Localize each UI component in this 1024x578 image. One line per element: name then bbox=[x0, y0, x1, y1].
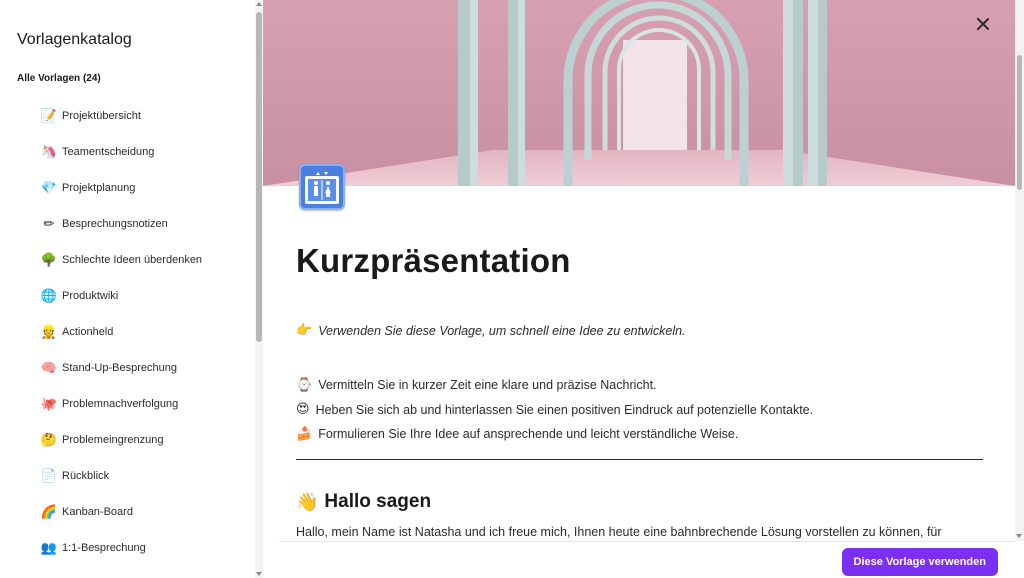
sidebar-title: Vorlagenkatalog bbox=[17, 31, 132, 48]
memo-icon: 📝 bbox=[40, 108, 58, 124]
list-item-text: Heben Sie sich ab und hinterlassen Sie e… bbox=[315, 402, 814, 417]
section-heading: 👋 Hallo sagen bbox=[296, 491, 431, 513]
octopus-icon: 🐙 bbox=[40, 396, 58, 412]
sidebar-item-label: Produktwiki bbox=[62, 290, 119, 302]
sidebar-item-template[interactable]: 👥 1:1-Besprechung bbox=[0, 530, 255, 566]
document-icon: 📄 bbox=[40, 468, 58, 484]
section-heading-text: Hallo sagen bbox=[324, 491, 432, 512]
sidebar-item-label: Problemnachverfolgung bbox=[62, 398, 179, 410]
sidebar-item-template[interactable]: 🌈 Kanban-Board bbox=[0, 494, 255, 530]
brain-icon: 🧠 bbox=[40, 360, 58, 376]
unicorn-icon: 🦄 bbox=[40, 144, 58, 160]
sidebar-item-label: Projektplanung bbox=[62, 182, 136, 194]
intro-text: Verwenden Sie diese Vorlage, um schnell … bbox=[318, 323, 686, 338]
sidebar-item-label: Schlechte Ideen überdenken bbox=[62, 254, 203, 266]
list-item-text: Formulieren Sie Ihre Idee auf ansprechen… bbox=[318, 427, 739, 442]
sidebar-item-template[interactable]: 🤔 Problemeingrenzung bbox=[0, 422, 255, 458]
intro-line: 👉 Verwenden Sie diese Vorlage, um schnel… bbox=[296, 323, 686, 338]
divider bbox=[296, 459, 983, 460]
sidebar-item-template[interactable]: 🦄 Teamentscheidung bbox=[0, 134, 255, 170]
template-sidebar: Vorlagenkatalog Alle Vorlagen (24) 📝 Proj… bbox=[0, 0, 255, 578]
sidebar-item-label: Rückblick bbox=[62, 470, 110, 482]
waving-hand-icon: 👋 bbox=[296, 491, 319, 513]
sidebar-item-template[interactable]: 🌳 Schlechte Ideen überdenken bbox=[0, 242, 255, 278]
list-item: ⌚ Vermitteln Sie in kurzer Zeit eine kla… bbox=[296, 373, 813, 398]
sidebar-item-template[interactable]: ✏ Besprechungsnotizen bbox=[0, 206, 255, 242]
pencil-icon: ✏ bbox=[43, 216, 55, 232]
scroll-up-icon[interactable] bbox=[256, 2, 262, 6]
arches-cover-illustration bbox=[263, 0, 1015, 186]
sidebar-item-template[interactable]: 📄 Rückblick bbox=[0, 458, 255, 494]
preview-scrollbar[interactable] bbox=[1015, 0, 1024, 541]
body-paragraph: Hallo, mein Name ist Natasha und ich fre… bbox=[296, 525, 942, 539]
person-pair-icon: 👥 bbox=[40, 540, 58, 556]
sidebar-item-template[interactable]: 🌐 Produktwiki bbox=[0, 278, 255, 314]
list-item: 🍰 Formulieren Sie Ihre Idee auf ansprech… bbox=[296, 422, 813, 447]
sidebar-scrollbar-thumb[interactable] bbox=[256, 12, 262, 342]
preview-scrollbar-thumb[interactable] bbox=[1017, 55, 1022, 190]
sidebar-item-template[interactable]: 💎 Projektplanung bbox=[0, 170, 255, 206]
sidebar-item-template[interactable]: 🧠 Stand-Up-Besprechung bbox=[0, 350, 255, 386]
benefit-list: ⌚ Vermitteln Sie in kurzer Zeit eine kla… bbox=[296, 373, 813, 447]
template-list: 📝 Projektübersicht 🦄 Teamentscheidung 💎 Proje… bbox=[0, 98, 255, 566]
sidebar-item-label: Teamentscheidung bbox=[62, 146, 155, 158]
sidebar-item-label: Stand-Up-Besprechung bbox=[62, 362, 177, 374]
close-icon[interactable] bbox=[973, 14, 993, 34]
elevator-sign-icon bbox=[299, 164, 345, 210]
list-item-text: Vermitteln Sie in kurzer Zeit eine klare… bbox=[318, 378, 657, 393]
watch-icon: ⌚ bbox=[296, 377, 313, 393]
sidebar-section-all-templates[interactable]: Alle Vorlagen (24) bbox=[17, 73, 101, 84]
cake-icon: 🍰 bbox=[296, 426, 313, 442]
thinking-face-icon: 🤔 bbox=[40, 432, 58, 448]
rainbow-icon: 🌈 bbox=[40, 504, 58, 520]
pointing-hand-icon: 👉 bbox=[296, 323, 313, 338]
use-template-button[interactable]: Diese Vorlage verwenden bbox=[841, 548, 998, 576]
sidebar-item-label: Actionheld bbox=[62, 326, 114, 338]
template-preview: Kurzpräsentation 👉 Verwenden Sie diese V… bbox=[263, 0, 1024, 578]
page-title: Kurzpräsentation bbox=[296, 242, 571, 279]
sidebar-scrollbar[interactable] bbox=[255, 0, 263, 578]
sidebar-item-label: Projektübersicht bbox=[62, 110, 141, 122]
sidebar-item-template[interactable]: 📝 Projektübersicht bbox=[0, 98, 255, 134]
sidebar-item-template[interactable]: 🐙 Problemnachverfolgung bbox=[0, 386, 255, 422]
person-icon: 👷 bbox=[40, 324, 58, 340]
star-eyes-icon: 😍 bbox=[296, 402, 310, 418]
globe-icon: 🌐 bbox=[40, 288, 58, 304]
scroll-down-icon[interactable] bbox=[256, 572, 262, 576]
action-bar: Diese Vorlage verwenden bbox=[279, 541, 1015, 578]
sidebar-item-label: Besprechungsnotizen bbox=[62, 218, 168, 230]
gem-icon: 💎 bbox=[40, 180, 58, 196]
sidebar-item-template[interactable]: 👷 Actionheld bbox=[0, 314, 255, 350]
sidebar-item-label: Problemeingrenzung bbox=[62, 434, 164, 446]
sidebar-item-label: 1:1-Besprechung bbox=[62, 542, 146, 554]
scroll-down-icon[interactable] bbox=[1016, 534, 1022, 538]
tree-icon: 🌳 bbox=[40, 252, 58, 268]
list-item: 😍 Heben Sie sich ab und hinterlassen Sie… bbox=[296, 398, 813, 423]
sidebar-item-label: Kanban-Board bbox=[62, 506, 133, 518]
cover-image bbox=[263, 0, 1015, 186]
